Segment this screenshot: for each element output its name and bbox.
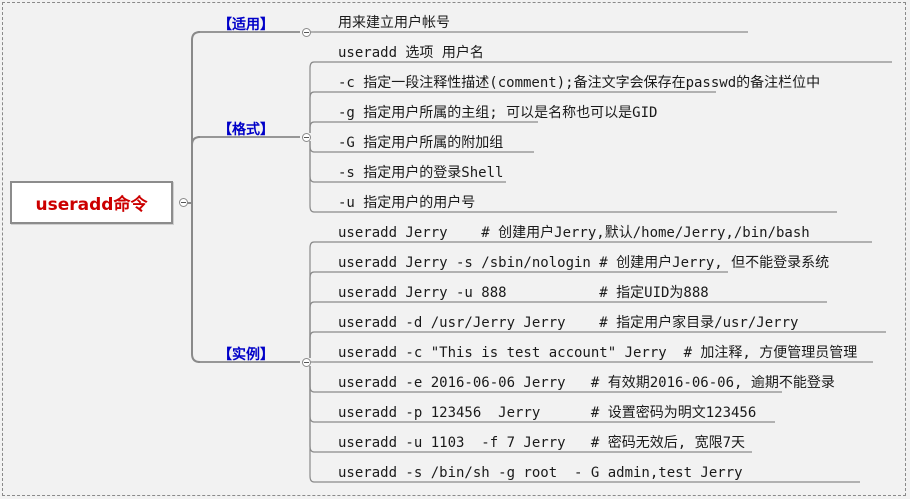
category-2-item-6[interactable]: useradd -p 123456 Jerry # 设置密码为明文123456 [338, 404, 756, 422]
category-1-item-1[interactable]: -c 指定一段注释性描述(comment);备注文字会保存在passwd的备注栏… [338, 74, 820, 92]
category-1-item-5[interactable]: -u 指定用户的用户号 [338, 194, 475, 212]
category-0-item-0[interactable]: 用来建立用户帐号 [338, 14, 450, 32]
category-2-item-0[interactable]: useradd Jerry # 创建用户Jerry,默认/home/Jerry,… [338, 224, 810, 242]
mind-map-canvas: useradd命令 【适用】 用来建立用户帐号【格式】 useradd 选项 用户名… [0, 0, 910, 499]
category-1-item-2[interactable]: -g 指定用户所属的主组; 可以是名称也可以是GID [338, 104, 657, 122]
root-collapse-toggle[interactable] [179, 198, 188, 207]
category-2-item-7[interactable]: useradd -u 1103 -f 7 Jerry # 密码无效后, 宽限7天 [338, 434, 745, 452]
category-2-item-8[interactable]: useradd -s /bin/sh -g root - G admin,tes… [338, 464, 743, 482]
category-2-item-5[interactable]: useradd -e 2016-06-06 Jerry # 有效期2016-06… [338, 374, 835, 392]
category-1-item-4[interactable]: -s 指定用户的登录Shell [338, 164, 503, 182]
category-0-collapse-toggle[interactable] [302, 28, 311, 37]
category-2-label[interactable]: 【实例】 [218, 344, 274, 364]
category-1-item-3[interactable]: -G 指定用户所属的附加组 [338, 134, 503, 152]
category-2-item-4[interactable]: useradd -c "This is test account" Jerry … [338, 344, 857, 362]
category-1-item-0[interactable]: useradd 选项 用户名 [338, 44, 484, 62]
category-2-item-1[interactable]: useradd Jerry -s /sbin/nologin # 创建用户Jer… [338, 254, 829, 272]
category-2-collapse-toggle[interactable] [302, 358, 311, 367]
root-node[interactable]: useradd命令 [10, 181, 173, 224]
category-1-collapse-toggle[interactable] [302, 133, 311, 142]
root-node-label: useradd命令 [35, 195, 148, 215]
category-2-item-3[interactable]: useradd -d /usr/Jerry Jerry # 指定用户家目录/us… [338, 314, 798, 332]
category-1-label[interactable]: 【格式】 [218, 119, 274, 139]
category-0-label[interactable]: 【适用】 [218, 14, 274, 34]
category-2-item-2[interactable]: useradd Jerry -u 888 # 指定UID为888 [338, 284, 709, 302]
